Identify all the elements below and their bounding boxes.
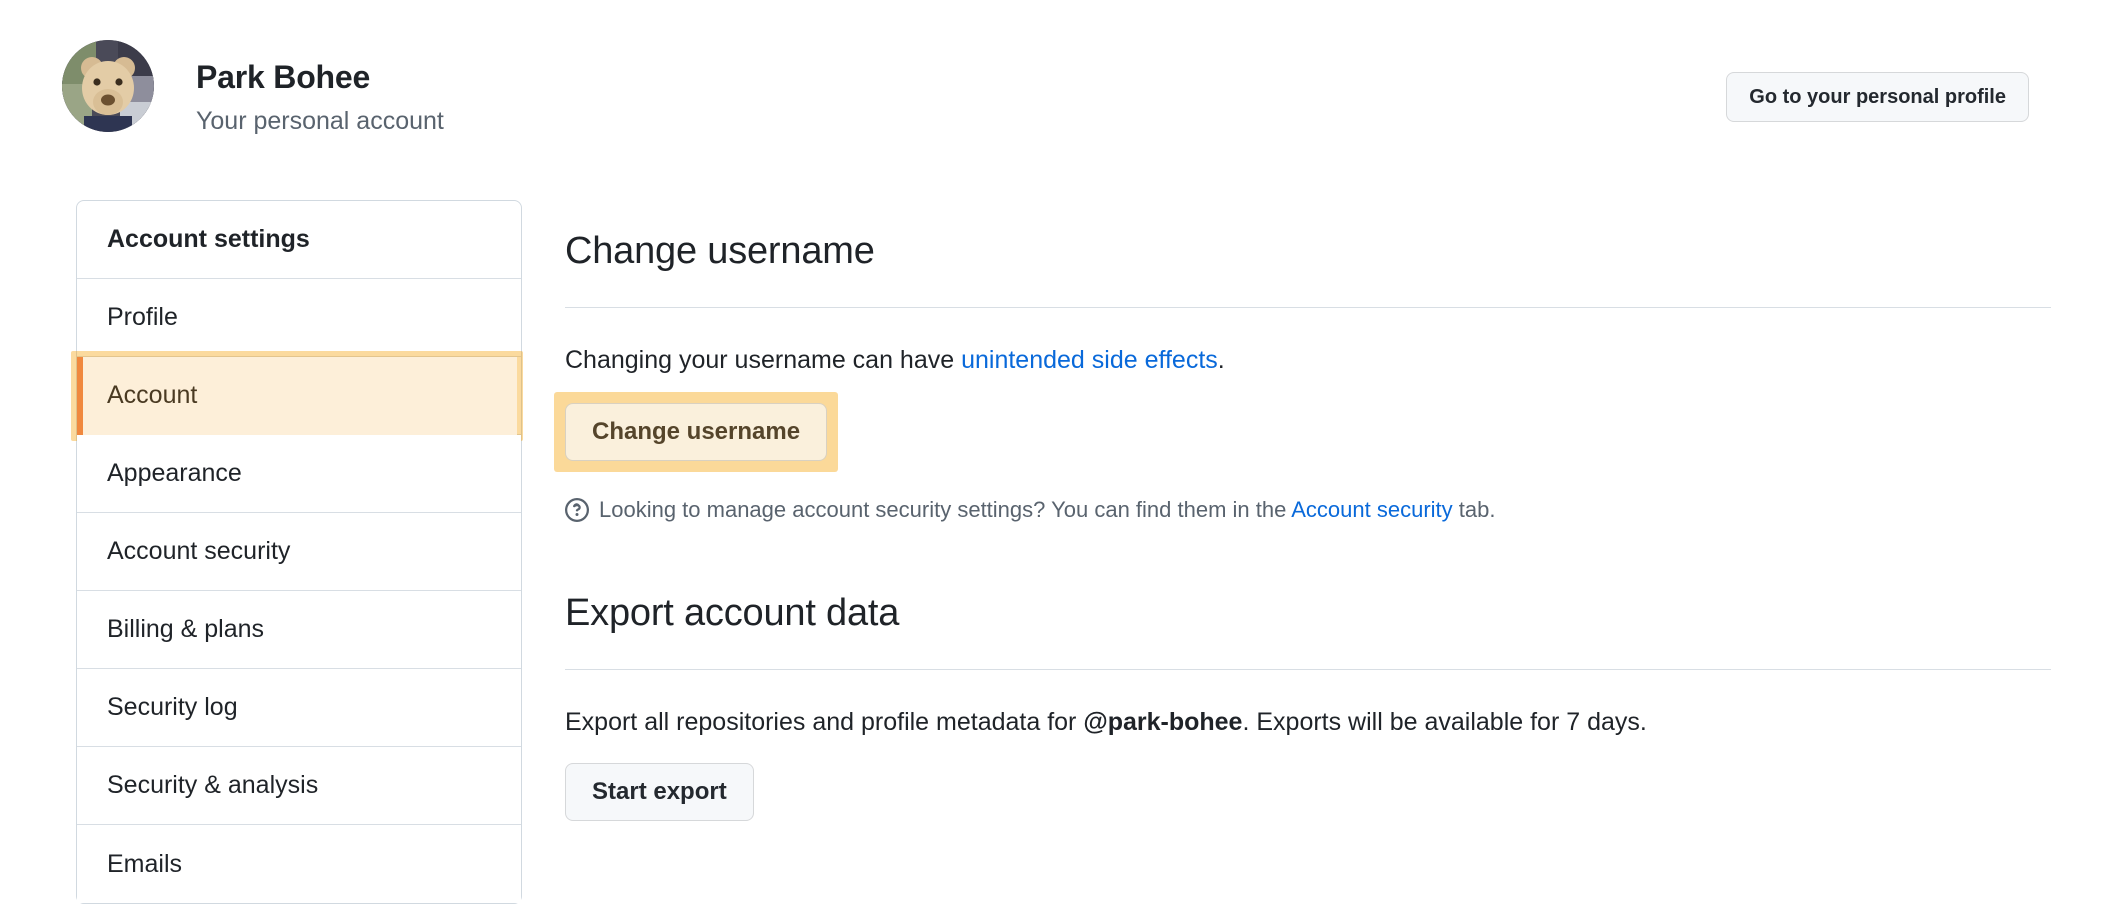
export-description: Export all repositories and profile meta… [565, 704, 2051, 742]
avatar [62, 40, 154, 132]
sidebar-item-security-and-analysis[interactable]: Security & analysis [77, 747, 521, 825]
change-username-title: Change username [565, 229, 875, 272]
account-security-note: Looking to manage account security setti… [565, 495, 2051, 526]
section-divider [565, 668, 2051, 670]
note-text: Looking to manage account security setti… [599, 495, 1495, 526]
sidebar-heading-account-settings: Account settings [77, 201, 521, 279]
sidebar-item-billing-and-plans[interactable]: Billing & plans [77, 591, 521, 669]
change-username-button-wrapper: Change username [554, 392, 839, 473]
avatar-image [62, 40, 154, 132]
sidebar-item-label: Account security [107, 537, 291, 565]
description-text-suffix: . [1217, 345, 1225, 374]
sidebar-item-appearance[interactable]: Appearance [77, 435, 521, 513]
description-text-prefix: Changing your username can have [565, 345, 962, 374]
note-suffix: tab. [1452, 497, 1496, 523]
account-header: Park Bohee Your personal account Go to y… [0, 0, 2107, 170]
settings-sidebar: Account settings Profile Account Appeara… [71, 200, 523, 904]
change-username-button[interactable]: Change username [565, 403, 828, 462]
unintended-side-effects-link[interactable]: unintended side effects [961, 346, 1218, 374]
note-prefix: Looking to manage account security setti… [599, 497, 1292, 523]
sidebar-item-account[interactable]: Account [71, 351, 523, 441]
sidebar-item-label: Appearance [107, 459, 242, 487]
account-name: Park Bohee [196, 59, 371, 95]
sidebar-heading-label: Account settings [107, 225, 310, 253]
account-security-tab-link[interactable]: Account security [1291, 497, 1452, 522]
change-username-description: Changing your username can have unintend… [565, 342, 2051, 380]
export-username: @park-bohee [1083, 707, 1243, 736]
sidebar-item-account-security[interactable]: Account security [77, 513, 521, 591]
question-circle-icon [565, 498, 589, 523]
sidebar-item-label: Security log [107, 693, 238, 721]
section-divider [565, 306, 2051, 308]
start-export-button[interactable]: Start export [565, 763, 754, 822]
sidebar-item-label: Account [107, 381, 198, 409]
export-text-suffix: . Exports will be available for 7 days. [1242, 707, 1647, 736]
sidebar-item-security-log[interactable]: Security log [77, 669, 521, 747]
account-subtitle: Your personal account [196, 107, 444, 135]
sidebar-item-profile[interactable]: Profile [77, 279, 521, 357]
export-account-data-title: Export account data [565, 591, 900, 634]
sidebar-item-label: Emails [107, 849, 183, 878]
sidebar-item-label: Security & analysis [107, 771, 319, 799]
sidebar-item-label: Profile [107, 303, 178, 331]
change-username-section: Change username Changing your username c… [554, 228, 2051, 526]
sidebar-item-emails[interactable]: Emails [77, 825, 521, 903]
export-account-data-section: Export account data Export all repositor… [565, 590, 2051, 822]
sidebar-item-label: Billing & plans [107, 615, 265, 643]
go-to-personal-profile-button[interactable]: Go to your personal profile [1726, 72, 2029, 122]
export-text-prefix: Export all repositories and profile meta… [565, 707, 1084, 736]
main-content: Change username Changing your username c… [554, 196, 2051, 822]
selection-indicator-bar [77, 357, 83, 435]
